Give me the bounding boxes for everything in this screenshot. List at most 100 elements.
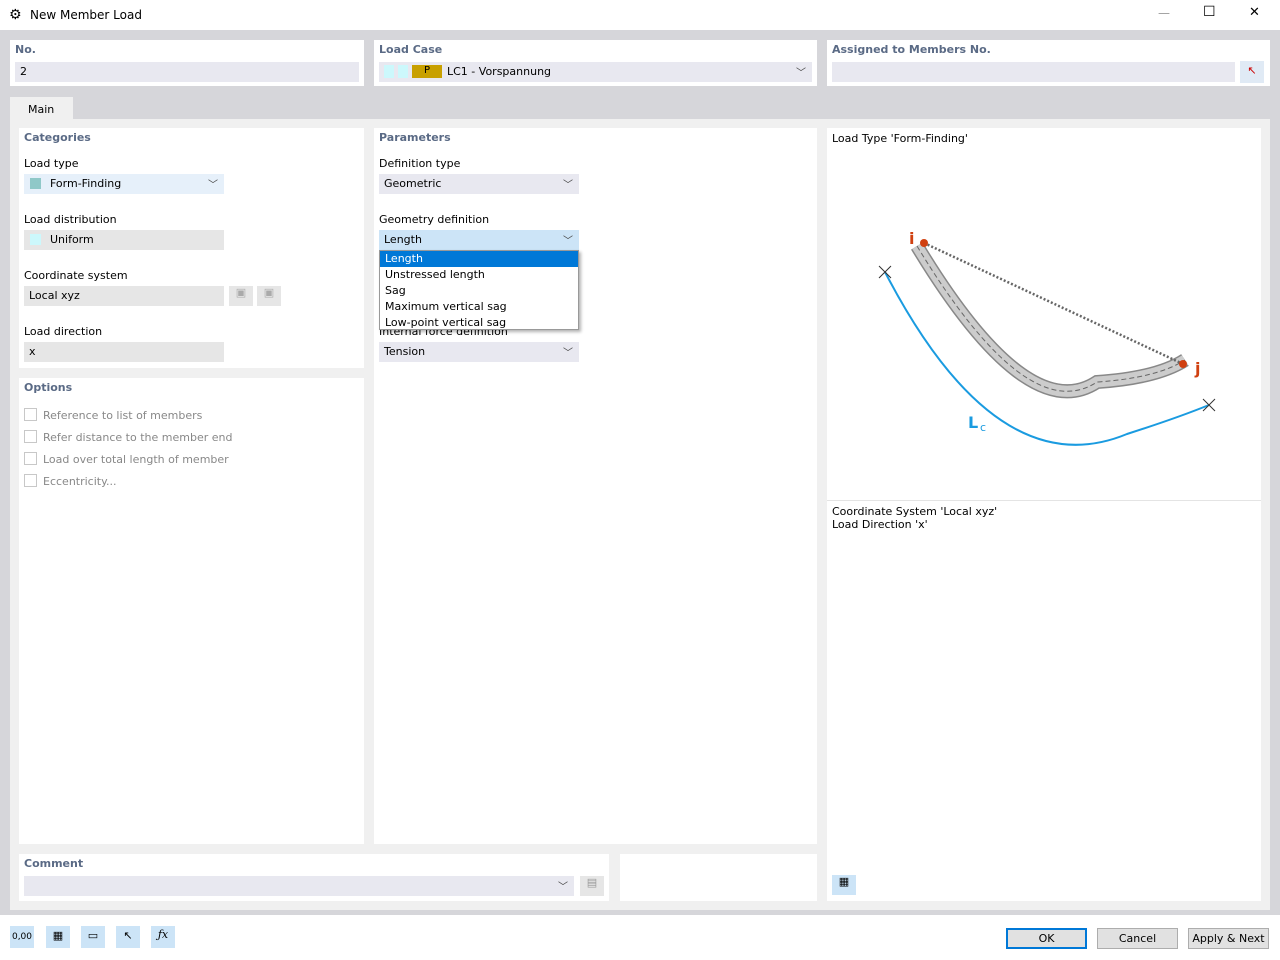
no-label: No. xyxy=(15,43,36,56)
parameters-title: Parameters xyxy=(379,131,451,144)
end-mark xyxy=(878,265,892,279)
preview-panel: Load Type 'Form-Finding' i j L c Coordin… xyxy=(827,128,1261,901)
comment-library-button[interactable]: ▤ xyxy=(580,876,604,896)
pick-icon: ↖ xyxy=(123,929,133,942)
label-i: i xyxy=(909,229,914,248)
label-l: L xyxy=(968,413,978,432)
load-case-value: LC1 - Vorspannung xyxy=(447,65,552,78)
dropdown-option-max-vertical-sag[interactable]: Maximum vertical sag xyxy=(380,299,578,315)
empty-panel xyxy=(620,854,817,901)
member-outline xyxy=(911,242,1189,399)
formula-button[interactable]: ƒx xyxy=(151,926,175,948)
definition-type-label: Definition type xyxy=(379,157,461,170)
app-icon: ⚙ xyxy=(9,7,22,23)
dropdown-option-sag[interactable]: Sag xyxy=(380,283,578,299)
options-title: Options xyxy=(24,381,73,394)
option-label: Refer distance to the member end xyxy=(43,431,233,444)
cable-curve xyxy=(884,271,1210,446)
footer-bar: 0,00 ▦ ▭ ↖ ƒx OK Cancel Apply & Next xyxy=(0,915,1280,960)
dropdown-option-low-point-sag[interactable]: Low-point vertical sag xyxy=(380,315,578,331)
preview-settings-button[interactable]: ▦ xyxy=(832,875,856,895)
color-table-icon: ▦ xyxy=(52,929,64,942)
definition-type-select[interactable]: Geometric ﹀ xyxy=(379,174,579,194)
load-distribution-label: Load distribution xyxy=(24,213,117,226)
no-input[interactable]: 2 xyxy=(15,62,359,82)
comment-panel: Comment ﹀ ▤ xyxy=(19,854,609,901)
load-direction-select[interactable]: x xyxy=(24,342,224,362)
load-case-panel: Load Case P LC1 - Vorspannung ﹀ xyxy=(374,40,817,86)
chevron-down-icon: ﹀ xyxy=(563,348,573,359)
assigned-input[interactable] xyxy=(832,62,1235,82)
cancel-button[interactable]: Cancel xyxy=(1097,928,1178,949)
parameters-panel: Parameters Definition type Geometric ﹀ Ge… xyxy=(374,128,817,844)
node-i xyxy=(920,239,928,247)
monitor-icon: ▭ xyxy=(87,929,99,942)
chevron-down-icon: ﹀ xyxy=(796,68,806,79)
load-type-select[interactable]: Form-Finding ﹀ xyxy=(24,174,224,194)
chevron-down-icon: ﹀ xyxy=(208,180,218,191)
form-finding-diagram: i j L c xyxy=(878,229,1216,446)
no-panel: No. 2 xyxy=(10,40,364,86)
view-button[interactable]: ▭ xyxy=(81,926,105,948)
select-button[interactable]: ↖ xyxy=(116,926,140,948)
assigned-panel: Assigned to Members No. ↖ xyxy=(827,40,1270,86)
tab-main[interactable]: Main xyxy=(10,97,73,120)
option-label: Load over total length of member xyxy=(43,453,229,466)
coordinate-system-label: Coordinate system xyxy=(24,269,128,282)
label-l-sub: c xyxy=(980,421,986,434)
refer-distance-checkbox[interactable] xyxy=(24,430,37,443)
function-icon: ƒx xyxy=(157,928,169,941)
chevron-down-icon: ﹀ xyxy=(563,236,573,247)
load-direction-label: Load direction xyxy=(24,325,103,338)
node-j xyxy=(1179,360,1187,368)
total-length-checkbox[interactable] xyxy=(24,452,37,465)
label-j: j xyxy=(1194,359,1200,378)
form-finding-swatch xyxy=(30,178,41,189)
select-members-button[interactable]: ↖ xyxy=(1240,61,1264,83)
minimize-button[interactable]: — xyxy=(1158,6,1170,20)
divider xyxy=(827,500,1261,501)
maximize-button[interactable]: ☐ xyxy=(1203,4,1216,20)
reference-list-checkbox[interactable] xyxy=(24,408,37,421)
load-distribution-select[interactable]: Uniform xyxy=(24,230,224,250)
dropdown-option-length[interactable]: Length xyxy=(380,251,578,267)
geometry-dropdown-list: Length Unstressed length Sag Maximum ver… xyxy=(379,250,579,330)
load-distribution-value: Uniform xyxy=(50,233,94,246)
edit-coordinate-system-button[interactable]: ▣ xyxy=(257,286,281,306)
comment-input[interactable]: ﹀ xyxy=(24,876,574,896)
dropdown-option-unstressed-length[interactable]: Unstressed length xyxy=(380,267,578,283)
new-coordinate-system-button[interactable]: ▣ xyxy=(229,286,253,306)
categories-panel: Categories Load type Form-Finding ﹀ Load … xyxy=(19,128,364,368)
end-mark xyxy=(1202,398,1216,412)
options-panel: Options Reference to list of members Ref… xyxy=(19,378,364,844)
window-title: New Member Load xyxy=(30,8,142,22)
geometry-definition-value: Length xyxy=(384,233,422,246)
internal-force-value: Tension xyxy=(384,345,426,358)
color-swatch xyxy=(398,65,408,78)
eccentricity-checkbox[interactable] xyxy=(24,474,37,487)
view-icon: ▦ xyxy=(838,875,850,888)
apply-next-button[interactable]: Apply & Next xyxy=(1188,928,1269,949)
internal-force-select[interactable]: Tension ﹀ xyxy=(379,342,579,362)
option-label: Eccentricity... xyxy=(43,475,117,488)
close-button[interactable]: ✕ xyxy=(1249,5,1260,20)
chevron-down-icon: ﹀ xyxy=(563,180,573,191)
coordinate-system-select[interactable]: Local xyz xyxy=(24,286,224,306)
geometry-definition-select[interactable]: Length ﹀ xyxy=(379,230,579,250)
uniform-swatch xyxy=(30,234,41,245)
pick-cursor-icon: ↖ xyxy=(1247,64,1257,77)
load-type-label: Load type xyxy=(24,157,79,170)
geometry-definition-label: Geometry definition xyxy=(379,213,490,226)
assigned-label: Assigned to Members No. xyxy=(832,43,991,56)
categories-title: Categories xyxy=(24,131,91,144)
ok-button[interactable]: OK xyxy=(1006,928,1087,949)
load-case-select[interactable]: P LC1 - Vorspannung ﹀ xyxy=(379,62,812,82)
coordinate-info: Coordinate System 'Local xyz' xyxy=(832,505,998,518)
display-settings-button[interactable]: ▦ xyxy=(46,926,70,948)
load-case-tag: P xyxy=(412,65,442,78)
load-case-label: Load Case xyxy=(379,43,443,56)
tab-main-label: Main xyxy=(28,103,55,116)
units-button[interactable]: 0,00 xyxy=(10,926,34,948)
title-bar: ⚙ New Member Load — ☐ ✕ xyxy=(0,0,1280,30)
units-icon: 0,00 xyxy=(11,932,33,942)
